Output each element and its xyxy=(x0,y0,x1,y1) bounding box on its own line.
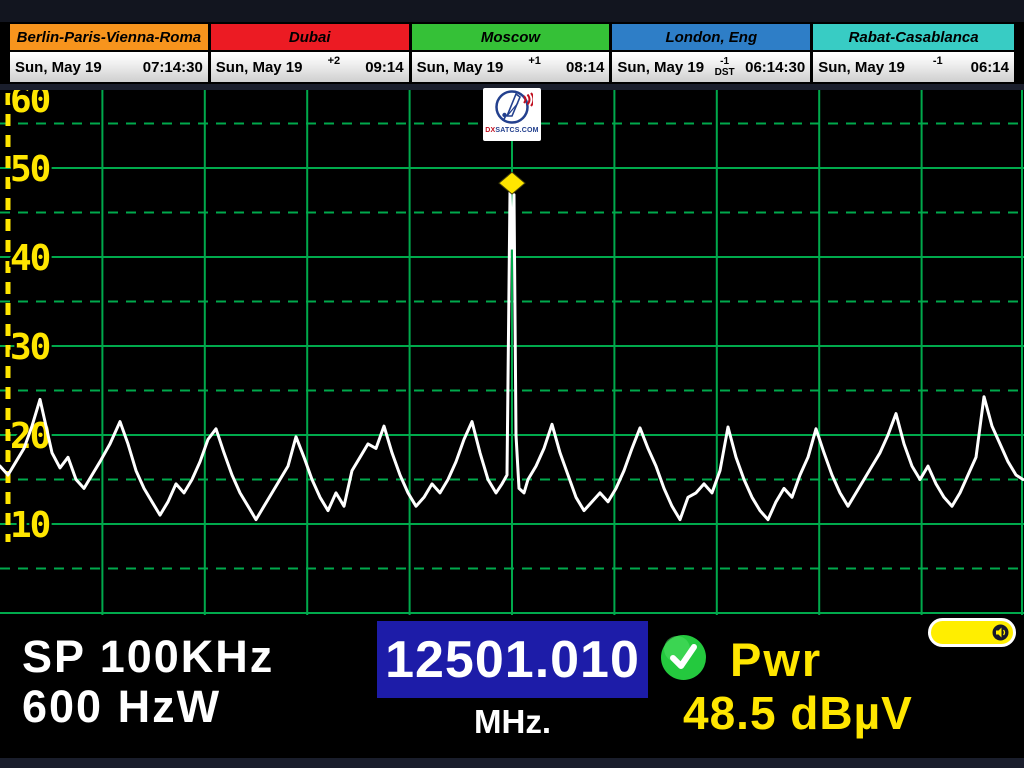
city-name-berlin: Berlin-Paris-Vienna-Roma xyxy=(10,24,208,52)
clock-cell-london: London, Eng Sun, May 19 -1 DST 06:14:30 xyxy=(612,24,813,82)
clock-cell-berlin: Berlin-Paris-Vienna-Roma Sun, May 19 07:… xyxy=(10,24,211,82)
clock-time: 06:14 xyxy=(971,59,1009,76)
logo-text: DXSATCS.COM xyxy=(485,127,538,134)
power-value: 48.5 dBµV xyxy=(683,686,913,740)
spectrum-plot: 605040302010 xyxy=(0,90,1024,615)
svg-text:40: 40 xyxy=(10,238,50,279)
clock-time-berlin: Sun, May 19 07:14:30 xyxy=(10,52,208,82)
svg-text:60: 60 xyxy=(10,90,50,121)
svg-text:10: 10 xyxy=(10,505,50,546)
city-name-dubai: Dubai xyxy=(211,24,409,52)
clock-time-moscow: Sun, May 19 +1 08:14 xyxy=(412,52,610,82)
bandwidth-setting-label: 600 HzW xyxy=(22,681,221,733)
clock-date: Sun, May 19 xyxy=(417,59,504,76)
clock-cell-rabat: Rabat-Casablanca Sun, May 19 -1 06:14 xyxy=(813,24,1014,82)
span-setting-label: SP 100KHz xyxy=(22,631,274,683)
peak-marker-diamond xyxy=(499,172,525,194)
clock-utc-offset: -1 xyxy=(720,56,729,67)
lock-check-icon xyxy=(660,634,707,681)
frequency-value: 12501.010 xyxy=(385,630,640,690)
frequency-display: 12501.010 xyxy=(377,621,648,698)
clock-cell-dubai: Dubai Sun, May 19 +2 09:14 xyxy=(211,24,412,82)
svg-text:30: 30 xyxy=(10,327,50,368)
clock-date: Sun, May 19 xyxy=(617,59,704,76)
world-clock-bar: Berlin-Paris-Vienna-Roma Sun, May 19 07:… xyxy=(8,22,1016,84)
clock-dst-indicator: -1 DST xyxy=(715,56,735,78)
city-name-rabat: Rabat-Casablanca xyxy=(813,24,1014,52)
status-bar: SP 100KHz 600 HzW 12501.010 MHz. Pwr 48.… xyxy=(0,615,1024,758)
clock-time: 09:14 xyxy=(365,59,403,76)
satellite-dish-icon xyxy=(491,88,533,128)
clock-dst-label: DST xyxy=(715,67,735,78)
frequency-unit-label: MHz. xyxy=(377,703,648,741)
top-gap xyxy=(0,0,1024,22)
divider-strip-bottom xyxy=(0,758,1024,768)
clock-utc-offset: -1 xyxy=(933,55,943,67)
power-label: Pwr xyxy=(730,632,822,687)
clock-date: Sun, May 19 xyxy=(216,59,303,76)
clock-utc-offset: +1 xyxy=(528,55,541,67)
clock-time: 06:14:30 xyxy=(745,59,805,76)
city-name-moscow: Moscow xyxy=(412,24,610,52)
svg-text:50: 50 xyxy=(10,149,50,190)
clock-time-london: Sun, May 19 -1 DST 06:14:30 xyxy=(612,52,810,82)
clock-cell-moscow: Moscow Sun, May 19 +1 08:14 xyxy=(412,24,613,82)
clock-time-dubai: Sun, May 19 +2 09:14 xyxy=(211,52,409,82)
dxsatcs-logo: DXSATCS.COM xyxy=(483,88,541,141)
clock-utc-offset: +2 xyxy=(328,55,341,67)
speaker-icon xyxy=(992,624,1009,641)
clock-time-rabat: Sun, May 19 -1 06:14 xyxy=(813,52,1014,82)
clock-time: 07:14:30 xyxy=(143,59,203,76)
city-name-london: London, Eng xyxy=(612,24,810,52)
clock-date: Sun, May 19 xyxy=(15,59,102,76)
battery-indicator xyxy=(928,618,1016,647)
clock-time: 08:14 xyxy=(566,59,604,76)
spectrum-chart: 605040302010 DXSATCS.COM xyxy=(0,90,1024,615)
clock-date: Sun, May 19 xyxy=(818,59,905,76)
